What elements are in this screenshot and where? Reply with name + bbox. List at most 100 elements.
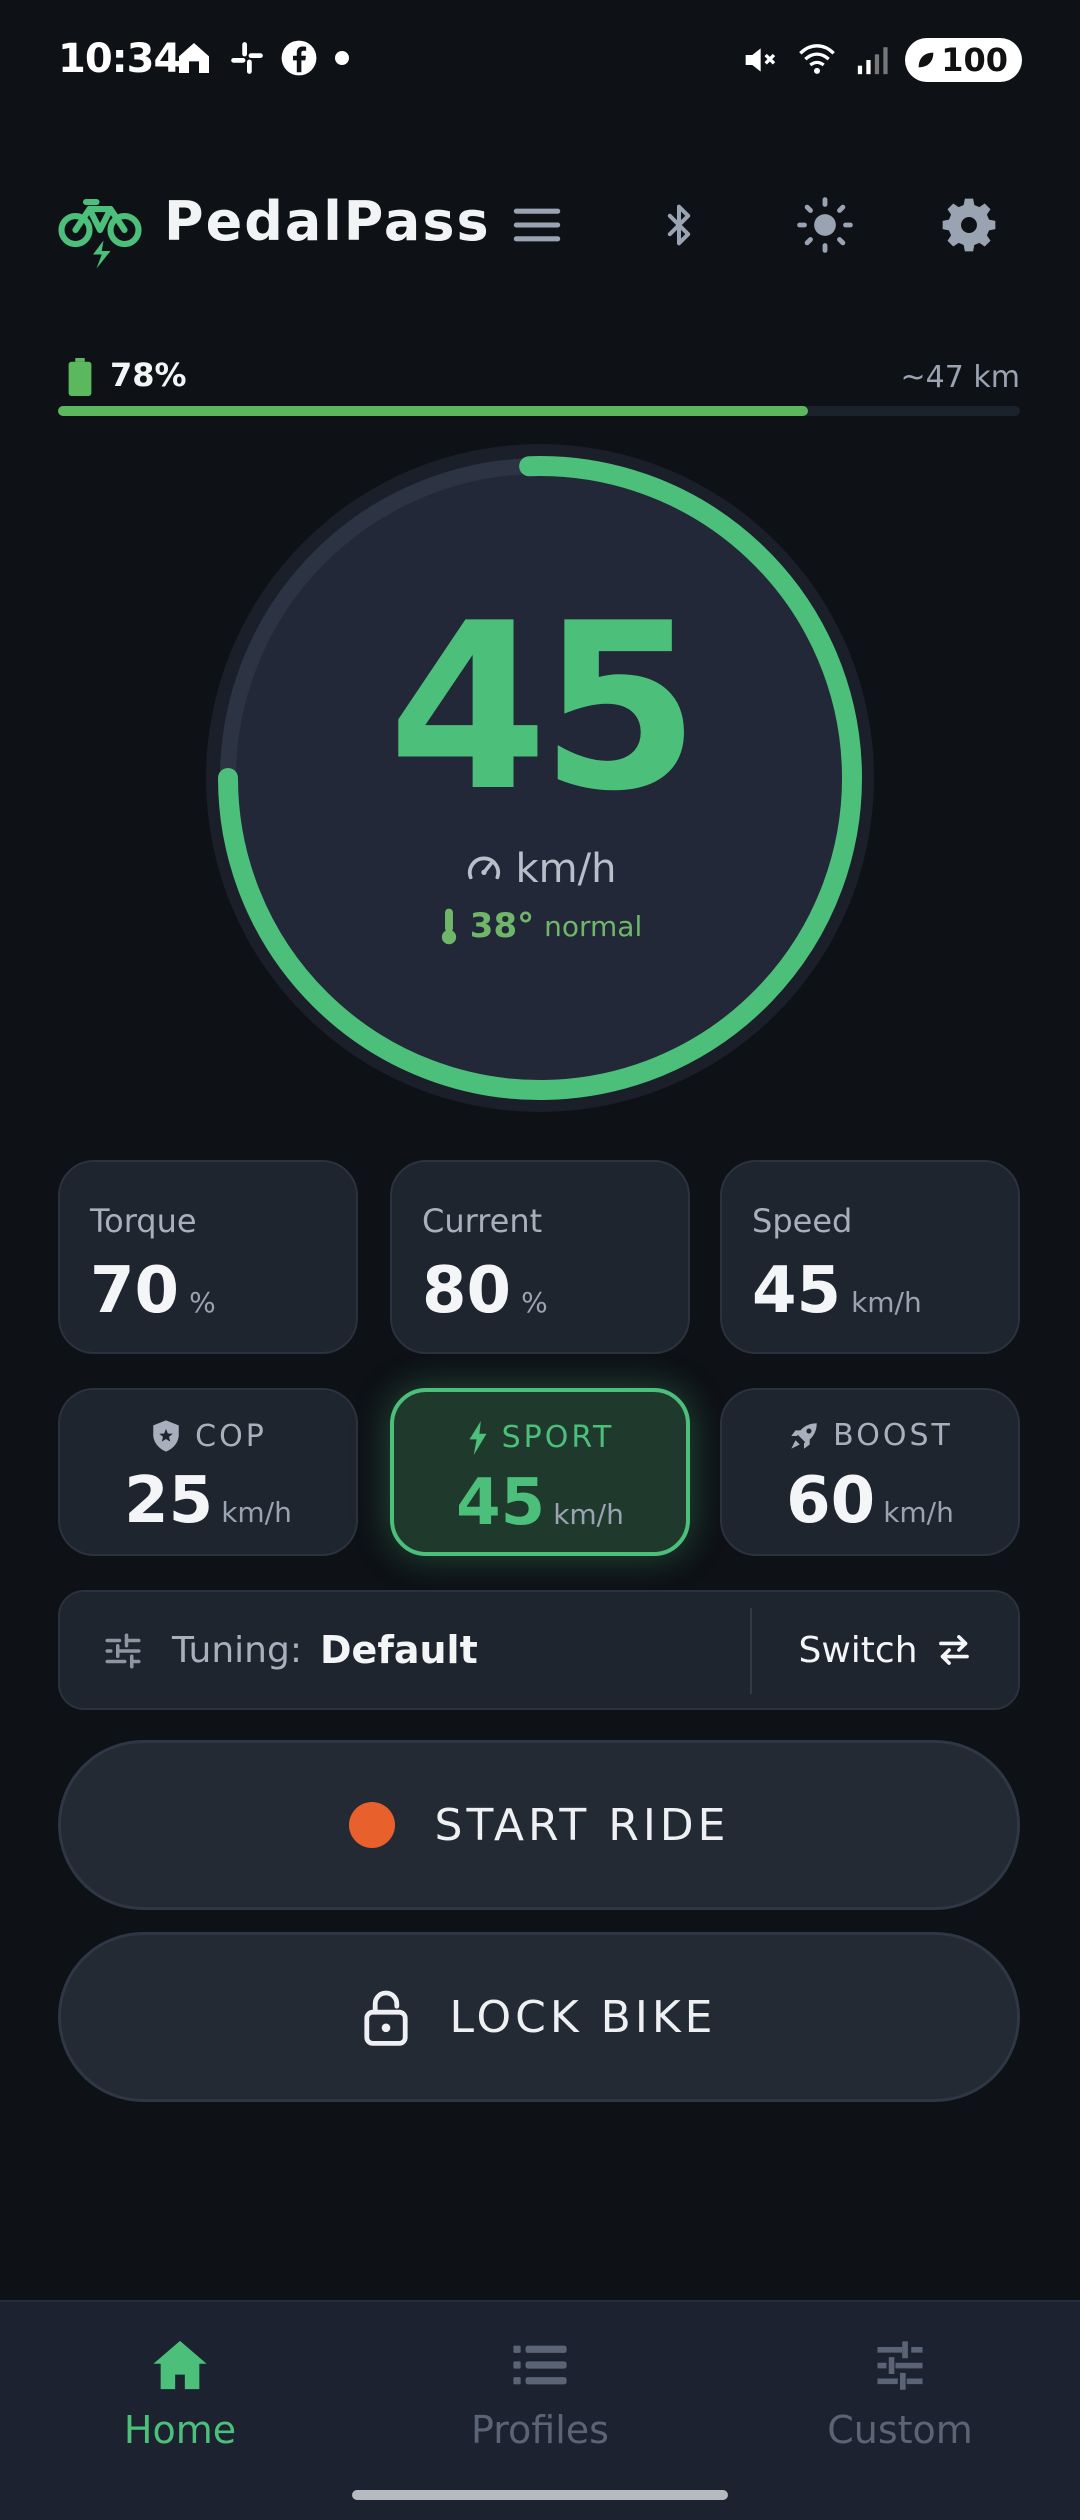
mode-unit: km/h xyxy=(553,1498,624,1531)
stat-value-row: 45 km/h xyxy=(752,1254,922,1328)
stat-unit: % xyxy=(521,1286,548,1319)
mode-card-boost[interactable]: BOOST 60 km/h xyxy=(720,1388,1020,1556)
mode-speed-limit: 60 xyxy=(786,1464,876,1538)
battery-bar xyxy=(58,406,1020,416)
rocket-icon xyxy=(791,1422,817,1449)
status-time: 10:34 xyxy=(58,36,181,82)
app-title: PedalPass xyxy=(164,190,491,253)
sliders-icon xyxy=(105,1633,141,1669)
mode-value-row: 45 km/h xyxy=(394,1466,686,1540)
thermometer-icon xyxy=(441,908,456,945)
shield-star-icon xyxy=(153,1420,179,1452)
stat-label: Current xyxy=(422,1202,543,1240)
lock-bike-button[interactable]: LOCK BIKE xyxy=(58,1932,1020,2102)
gear-icon xyxy=(942,198,996,252)
list-icon xyxy=(513,2345,567,2385)
battery-row: 78% ~47 km xyxy=(58,352,1020,422)
mode-card-cop[interactable]: COP 25 km/h xyxy=(58,1388,358,1556)
battery-icon xyxy=(68,358,92,396)
record-dot-icon xyxy=(348,1802,395,1848)
stat-unit: km/h xyxy=(851,1286,922,1319)
wifi-icon xyxy=(799,44,836,74)
nav-label: Custom xyxy=(827,2408,973,2452)
stat-value: 45 xyxy=(752,1254,842,1328)
estimated-range: ~47 km xyxy=(900,360,1020,395)
temperature-row: 38° normal xyxy=(206,906,874,946)
stat-card-current: Current 80% xyxy=(390,1160,690,1354)
mode-value-row: 60 km/h xyxy=(722,1464,1018,1538)
battery-level: 100 xyxy=(941,41,1008,79)
speed-gauge: 45 km/h 38° normal xyxy=(206,444,874,1112)
nav-label: Profiles xyxy=(471,2408,609,2452)
speed-gauge-readout: 45 km/h 38° normal xyxy=(206,444,874,1112)
switch-label: Switch xyxy=(798,1629,918,1671)
speedometer-icon xyxy=(467,856,500,880)
stat-value-row: 80% xyxy=(422,1254,548,1328)
nav-label: Home xyxy=(123,2408,237,2452)
temperature-value: 38° xyxy=(469,906,535,946)
sun-icon xyxy=(797,197,853,253)
battery-indicator: 100 xyxy=(905,38,1022,82)
mode-unit: km/h xyxy=(221,1496,292,1529)
facebook-icon xyxy=(281,40,317,76)
status-notification-icons xyxy=(174,38,352,78)
stat-value-row: 70% xyxy=(90,1254,216,1328)
stat-value: 80 xyxy=(422,1254,512,1328)
speed-unit: km/h xyxy=(515,846,617,892)
bike-logo-icon xyxy=(58,198,142,269)
signal-icon xyxy=(858,47,888,75)
bottom-navigation: Home Profiles Custom xyxy=(0,2300,1080,2520)
mode-speed-limit: 45 xyxy=(456,1466,546,1540)
battery-percent: 78% xyxy=(110,356,187,394)
swap-arrows-icon xyxy=(938,1635,969,1665)
speed-unit-row: km/h xyxy=(206,846,874,892)
mode-name: BOOST xyxy=(833,1418,953,1453)
theme-toggle-button[interactable] xyxy=(792,192,858,258)
stat-unit: % xyxy=(189,1286,216,1319)
mode-speed-limit: 25 xyxy=(124,1464,214,1538)
switch-tuning-button[interactable]: Switch xyxy=(752,1592,1020,1708)
mode-card-sport[interactable]: SPORT 45 km/h xyxy=(390,1388,690,1556)
current-speed: 45 xyxy=(387,575,700,842)
status-bar: 10:34 100 xyxy=(0,0,1080,124)
lightning-icon xyxy=(469,1420,487,1455)
start-ride-label: START RIDE xyxy=(434,1799,730,1851)
tune-icon xyxy=(877,2341,923,2390)
lock-icon xyxy=(363,1990,408,2046)
temperature-status: normal xyxy=(544,909,643,943)
app-header: PedalPass xyxy=(0,170,1080,280)
home-notification-icon xyxy=(179,43,209,73)
slack-icon xyxy=(231,42,263,74)
home-indicator xyxy=(352,2490,728,2500)
mute-icon xyxy=(745,48,776,72)
battery-bar-fill xyxy=(58,406,809,416)
mode-header: SPORT xyxy=(394,1420,686,1455)
menu-icon xyxy=(513,208,561,242)
stat-value: 70 xyxy=(90,1254,180,1328)
stat-label: Torque xyxy=(90,1202,197,1240)
bluetooth-icon xyxy=(667,204,691,246)
tuning-profile-name: Default xyxy=(320,1628,478,1672)
menu-button[interactable] xyxy=(504,192,570,258)
mode-unit: km/h xyxy=(883,1496,954,1529)
battery-saver-leaf-icon xyxy=(918,52,934,68)
nav-item-custom[interactable]: Custom xyxy=(720,2332,1080,2482)
mode-value-row: 25 km/h xyxy=(60,1464,356,1538)
home-icon xyxy=(153,2340,207,2390)
bluetooth-button[interactable] xyxy=(646,192,712,258)
dot-icon xyxy=(335,51,349,65)
stat-card-torque: Torque 70% xyxy=(58,1160,358,1354)
nav-item-profiles[interactable]: Profiles xyxy=(360,2332,720,2482)
tuning-bar: Tuning: Default Switch xyxy=(58,1590,1020,1710)
mode-name: COP xyxy=(195,1418,267,1454)
lock-bike-label: LOCK BIKE xyxy=(449,1991,717,2043)
settings-button[interactable] xyxy=(936,192,1002,258)
tuning-label: Tuning: xyxy=(172,1630,302,1671)
status-system-icons: 100 xyxy=(739,38,1022,82)
mode-name: SPORT xyxy=(501,1420,615,1455)
mode-header: BOOST xyxy=(722,1418,1018,1453)
stat-card-speed: Speed 45 km/h xyxy=(720,1160,1020,1354)
start-ride-button[interactable]: START RIDE xyxy=(58,1740,1020,1910)
nav-item-home[interactable]: Home xyxy=(0,2332,360,2482)
stat-label: Speed xyxy=(752,1202,853,1240)
